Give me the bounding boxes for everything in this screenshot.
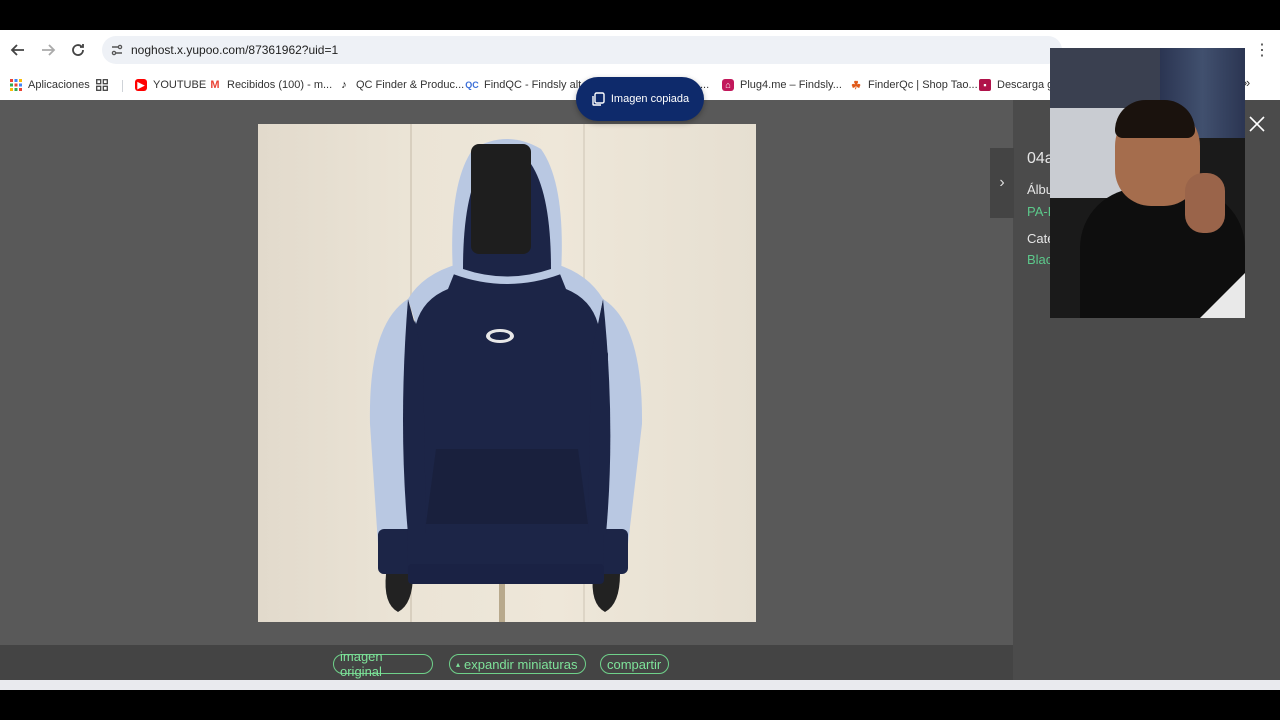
bookmark-youtube[interactable]: ▶ YOUTUBE	[135, 77, 206, 93]
bookmark-findqc[interactable]: QC FindQC - Findsly alt...	[465, 77, 591, 93]
share-button[interactable]: compartir	[600, 654, 669, 674]
bookmark-descarga[interactable]: ▪ Descarga gr	[979, 77, 1057, 93]
finderqc-icon: ☘	[851, 79, 861, 92]
bookmark-label: Recibidos (100) - m...	[227, 79, 333, 91]
tiktok-icon: ♪	[341, 79, 347, 91]
plug4-icon: ⌂	[722, 79, 734, 91]
next-image-button[interactable]: ›	[990, 148, 1014, 218]
site-settings-icon[interactable]	[108, 41, 126, 59]
toast-text: Imagen copiada	[610, 93, 690, 105]
bookmark-aplicaciones[interactable]: Aplicaciones	[10, 77, 90, 93]
webcam-corner	[1200, 273, 1245, 318]
webcam-person-hair	[1115, 100, 1195, 138]
close-icon[interactable]	[1247, 114, 1267, 134]
download-icon: ▪	[979, 79, 991, 91]
bookmark-label: FinderQc | Shop Tao...	[868, 79, 978, 91]
screen-bottom-black-bar	[0, 690, 1280, 720]
back-arrow-icon[interactable]	[6, 38, 30, 62]
bookmark-label: Plug4.me – Findsly...	[740, 79, 842, 91]
url-text[interactable]: noghost.x.yupoo.com/87361962?uid=1	[131, 43, 338, 57]
hoodie-illustration	[369, 139, 643, 622]
bookmark-label: FindQC - Findsly alt...	[484, 79, 591, 91]
bookmark-gmail[interactable]: M Recibidos (100) - m...	[209, 77, 332, 93]
webcam-overlay	[1050, 48, 1245, 318]
reload-icon[interactable]	[66, 38, 90, 62]
apps-grid-icon	[10, 79, 22, 91]
bookmark-separator	[122, 80, 123, 92]
screen-top-black-bar	[0, 0, 1280, 30]
original-image-label: imagen original	[340, 649, 383, 679]
taskbar-strip	[0, 680, 1280, 690]
gmail-icon: M	[210, 79, 220, 91]
bookmark-label: QC Finder & Produc...	[356, 79, 465, 91]
bookmark-label: YOUTUBE	[153, 79, 207, 91]
address-bar[interactable]: noghost.x.yupoo.com/87361962?uid=1	[102, 36, 1062, 64]
bookmark-label: Aplicaciones	[28, 79, 90, 91]
bookmark-qc-finder[interactable]: ♪ QC Finder & Produc...	[338, 77, 464, 93]
browser-menu-icon[interactable]: ⋮	[1252, 38, 1272, 62]
expand-thumbnails-button[interactable]: ▴ expandir miniaturas	[449, 654, 586, 674]
webcam-person-hand	[1185, 173, 1225, 233]
copy-icon	[592, 92, 605, 106]
product-photo[interactable]	[258, 124, 756, 622]
grid-icon	[96, 79, 108, 91]
bookmark-plug4[interactable]: ⌂ Plug4.me – Findsly...	[722, 77, 842, 93]
share-label: compartir	[607, 656, 662, 672]
viewer-toolbar: imagen original ▴ expandir miniaturas co…	[0, 645, 1013, 680]
bookmark-finderqc[interactable]: ☘ FinderQc | Shop Tao...	[850, 77, 978, 93]
forward-arrow-icon[interactable]	[36, 38, 60, 62]
bookmark-label: Descarga gr	[997, 79, 1057, 91]
expand-thumbnails-label: expandir miniaturas	[464, 656, 578, 672]
original-image-button[interactable]: imagen original	[333, 649, 433, 679]
category-link[interactable]: Blac	[1027, 252, 1052, 267]
chevron-right-icon: ›	[999, 174, 1005, 191]
bookmark-grid[interactable]	[96, 77, 114, 93]
caret-up-icon: ▴	[456, 659, 461, 669]
copied-toast: Imagen copiada	[576, 77, 704, 121]
findqc-icon: QC	[465, 80, 479, 90]
youtube-icon: ▶	[135, 79, 147, 91]
